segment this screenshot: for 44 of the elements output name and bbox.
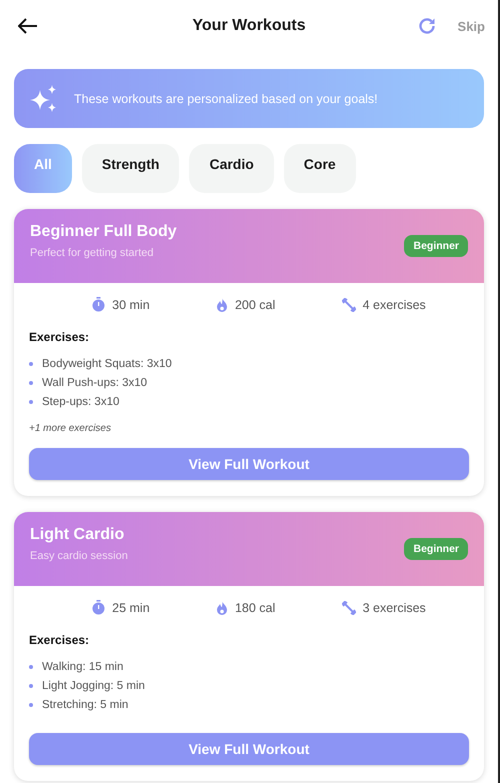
more-exercises-text: +1 more exercises xyxy=(29,423,112,434)
duration-text: 30 min xyxy=(112,298,150,312)
workout-subtitle: Easy cardio session xyxy=(30,550,128,562)
filter-tab[interactable]: Strength xyxy=(82,144,180,193)
back-arrow-icon[interactable] xyxy=(18,18,38,34)
exercises-heading: Exercises: xyxy=(29,330,90,344)
exercises-heading: Exercises: xyxy=(29,633,90,647)
exercise-item: Wall Push-ups: 3x10 xyxy=(42,377,148,389)
skip-button[interactable]: Skip xyxy=(458,18,485,34)
workout-title: Light Cardio xyxy=(30,526,126,544)
level-badge: Beginner xyxy=(404,538,468,560)
filter-tab[interactable]: Core xyxy=(284,144,356,193)
filter-tab[interactable]: Cardio xyxy=(189,144,274,193)
flame-icon xyxy=(216,600,228,614)
dumbbell-icon xyxy=(342,298,356,312)
exercise-count: 4 exercises xyxy=(362,298,426,312)
bullet-icon xyxy=(29,400,33,404)
refresh-icon[interactable] xyxy=(418,17,436,35)
calories-text: 180 cal xyxy=(234,600,276,614)
banner-text: These workouts are personalized based on your goals! xyxy=(74,92,378,106)
exercise-item: Bodyweight Squats: 3x10 xyxy=(42,358,172,370)
filter-tab[interactable]: All xyxy=(14,144,72,193)
bullet-icon xyxy=(29,684,33,688)
exercise-count: 3 exercises xyxy=(362,600,426,614)
stopwatch-icon xyxy=(92,297,106,312)
level-badge: Beginner xyxy=(404,235,468,257)
exercise-item: Light Jogging: 5 min xyxy=(42,680,145,692)
dumbbell-icon xyxy=(342,600,356,614)
exercise-item: Step-ups: 3x10 xyxy=(42,396,120,408)
workout-title: Beginner Full Body xyxy=(30,223,177,241)
view-workout-button[interactable]: View Full Workout xyxy=(29,733,469,765)
bullet-icon xyxy=(29,703,33,707)
bullet-icon xyxy=(29,665,33,669)
workout-subtitle: Perfect for getting started xyxy=(30,247,155,259)
flame-icon xyxy=(216,298,228,312)
bullet-icon xyxy=(29,362,33,366)
exercise-item: Stretching: 5 min xyxy=(42,699,128,711)
stopwatch-icon xyxy=(92,600,106,615)
duration-text: 25 min xyxy=(112,600,150,614)
bullet-icon xyxy=(29,381,33,385)
calories-text: 200 cal xyxy=(234,298,276,312)
exercise-item: Walking: 15 min xyxy=(42,661,124,673)
page-title: Your Workouts xyxy=(192,17,306,35)
view-workout-button[interactable]: View Full Workout xyxy=(29,448,469,480)
